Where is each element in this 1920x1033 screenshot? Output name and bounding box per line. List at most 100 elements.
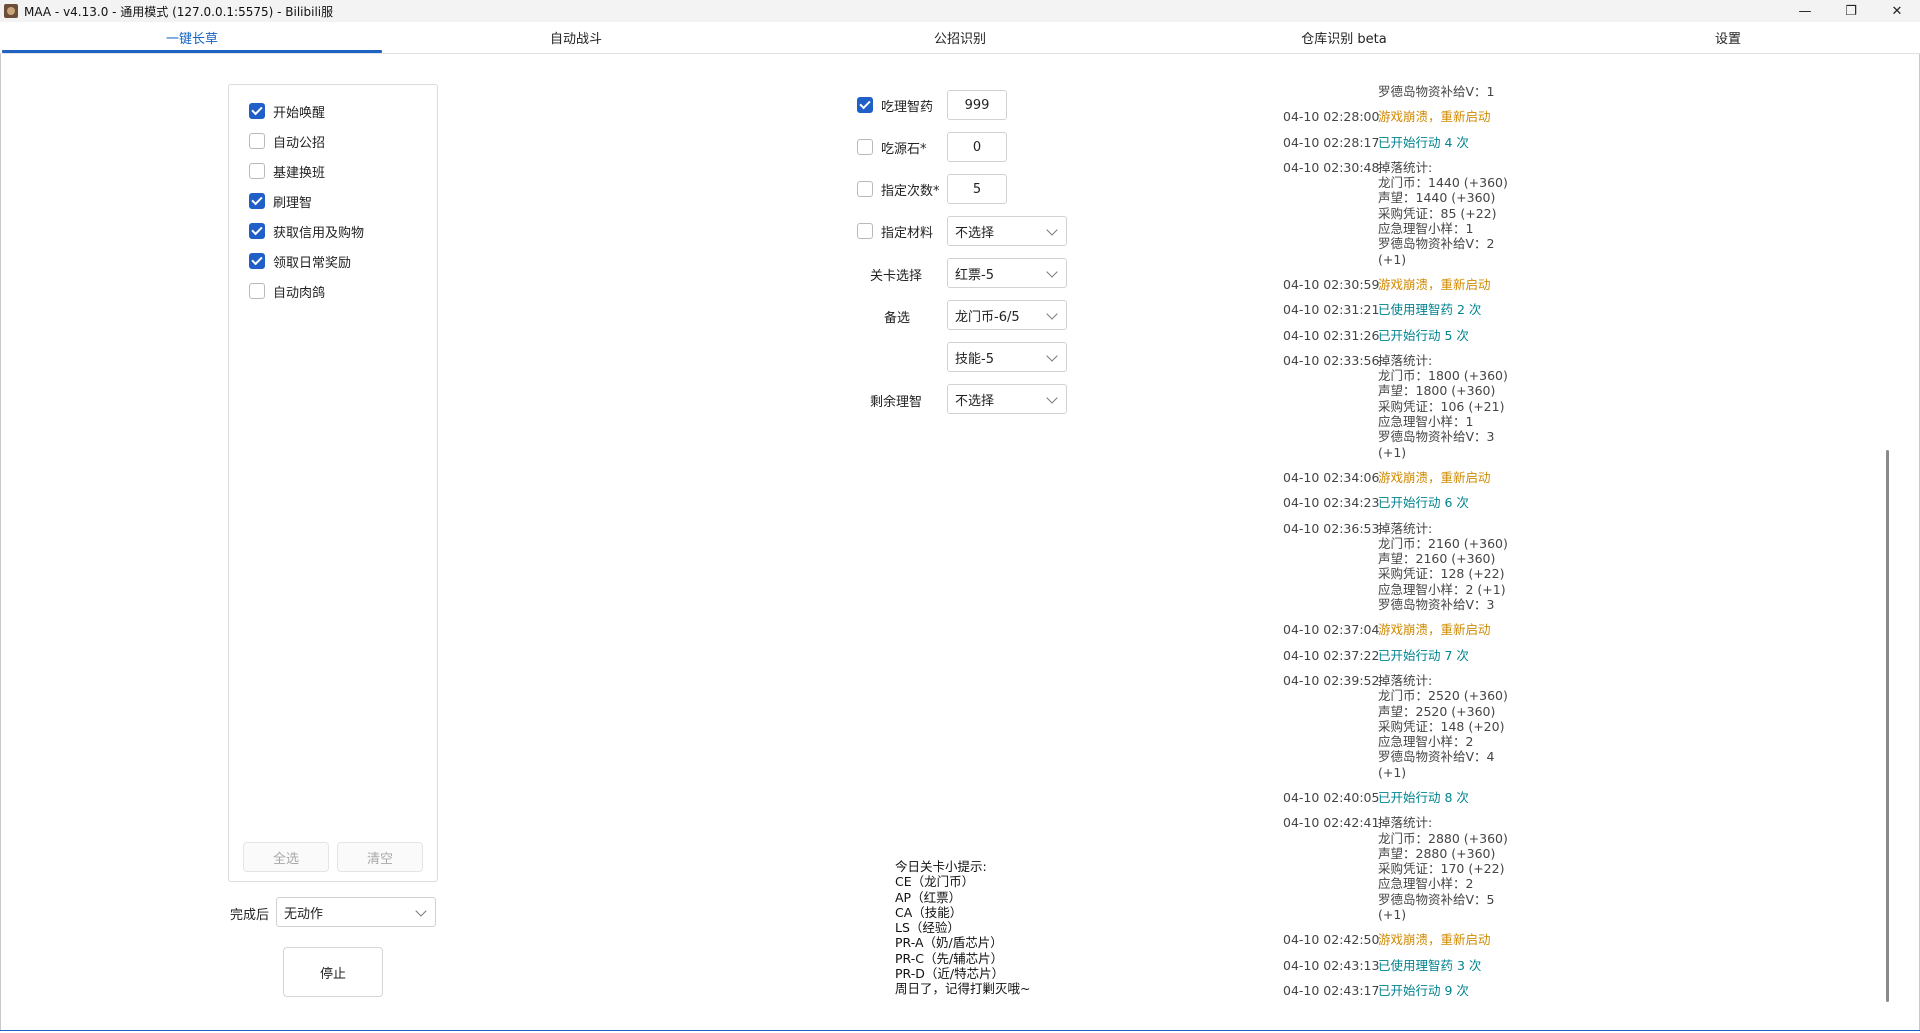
tab-depot[interactable]: 仓库识别 beta	[1152, 22, 1536, 53]
window-controls: — ❐ ✕	[1782, 0, 1920, 22]
material-option[interactable]: 指定材料	[857, 216, 933, 246]
tab-settings[interactable]: 设置	[1536, 22, 1920, 53]
log-line: 龙门币：1800 (+360)	[1378, 368, 1508, 384]
log-time: 04-10 02:42:41	[1283, 815, 1380, 831]
task-item-wakeup[interactable]: 开始唤醒	[249, 101, 325, 121]
log-line: 罗德岛物资补给V：2	[1378, 236, 1495, 252]
log-line: 游戏崩溃，重新启动	[1378, 622, 1491, 638]
task-item-recruit[interactable]: 自动公招	[249, 131, 325, 151]
log-entry: 04-10 02:34:06 游戏崩溃，重新启动	[1283, 470, 1613, 485]
checkbox[interactable]	[249, 103, 265, 119]
task-label: 获取信用及购物	[273, 225, 365, 241]
material-label: 指定材料	[881, 225, 934, 241]
checkbox[interactable]	[249, 133, 265, 149]
log-line: 声望：1800 (+360)	[1378, 383, 1496, 399]
task-item-award[interactable]: 领取日常奖励	[249, 251, 351, 271]
stage-tips: 今日关卡小提示: CE（龙门币） AP（红票） CA（技能） LS（经验） PR…	[895, 859, 1030, 997]
alternate-select-2[interactable]: 技能-5	[947, 342, 1067, 372]
log-line: 采购凭证：148 (+20)	[1378, 718, 1505, 734]
task-label: 自动肉鸽	[273, 285, 326, 301]
task-item-mall[interactable]: 获取信用及购物	[249, 221, 364, 241]
chevron-down-icon	[1046, 266, 1058, 278]
tips-line: CA（技能）	[895, 904, 963, 920]
chevron-down-icon	[1046, 224, 1058, 236]
remaining-select[interactable]: 不选择	[947, 384, 1067, 414]
stage-value: 红票-5	[955, 267, 994, 283]
log-line: 游戏崩溃，重新启动	[1378, 109, 1491, 125]
restore-icon[interactable]: ❐	[1828, 0, 1874, 22]
task-item-roguelike[interactable]: 自动肉鸽	[249, 281, 325, 301]
log-message: 游戏崩溃，重新启动	[1378, 622, 1613, 637]
log-time: 04-10 02:34:23	[1283, 495, 1380, 511]
log-message: 已开始行动 4 次	[1378, 135, 1613, 150]
task-item-infrast[interactable]: 基建换班	[249, 161, 325, 181]
tab-recruit[interactable]: 公招识别	[768, 22, 1152, 53]
log-time: 04-10 02:42:50	[1283, 932, 1380, 948]
stage-select[interactable]: 红票-5	[947, 258, 1067, 288]
tips-line: PR-A（奶/盾芯片）	[895, 935, 1003, 951]
log-line: 已开始行动 8 次	[1378, 789, 1469, 805]
stone-option[interactable]: 吃源石*	[857, 132, 927, 162]
chevron-down-icon	[415, 905, 427, 917]
checkbox[interactable]	[857, 223, 873, 239]
log-time: 04-10 02:37:04	[1283, 622, 1380, 638]
stop-button[interactable]: 停止	[283, 947, 383, 997]
close-icon[interactable]: ✕	[1874, 0, 1920, 22]
checkbox[interactable]	[249, 193, 265, 209]
checkbox[interactable]	[249, 283, 265, 299]
log-line: 龙门币：2160 (+360)	[1378, 535, 1508, 551]
log-message: 已使用理智药 3 次	[1378, 958, 1613, 973]
task-label: 刷理智	[273, 195, 313, 211]
log-scrollbar[interactable]	[1886, 450, 1889, 1002]
log-message: 已开始行动 5 次	[1378, 328, 1613, 343]
log-time: 04-10 02:31:26	[1283, 327, 1380, 343]
log-time: 04-10 02:43:13	[1283, 957, 1380, 973]
log-line: 掉落统计:	[1378, 352, 1433, 368]
clear-button[interactable]: 清空	[337, 842, 423, 872]
log-entry: 04-10 02:28:00 游戏崩溃，重新启动	[1283, 109, 1613, 124]
checkbox[interactable]	[249, 163, 265, 179]
stage-label: 关卡选择	[869, 269, 922, 284]
task-item-fight[interactable]: 刷理智	[249, 191, 312, 211]
log-message: 已开始行动 7 次	[1378, 648, 1613, 663]
log-time: 04-10 02:37:22	[1283, 647, 1380, 663]
tips-line: 今日关卡小提示:	[895, 859, 987, 874]
tab-auto-battle[interactable]: 自动战斗	[384, 22, 768, 53]
log-line: 罗德岛物资补给V：3	[1378, 429, 1495, 445]
log-entry: 04-10 02:39:52 掉落统计: 龙门币：2520 (+360) 声望：252…	[1283, 673, 1613, 780]
medicine-label: 吃理智药	[881, 99, 934, 115]
task-list-panel: 开始唤醒 自动公招 基建换班 刷理智 获取信用及购物 领取日常奖励 自动肉鸽 全…	[228, 84, 438, 882]
app-logo-icon	[4, 4, 18, 18]
tab-one-click[interactable]: 一键长草	[0, 22, 384, 53]
log-line: 已开始行动 4 次	[1378, 134, 1469, 150]
medicine-option[interactable]: 吃理智药	[857, 90, 933, 120]
after-complete-select[interactable]: 无动作	[276, 897, 436, 927]
medicine-input[interactable]: 999	[947, 90, 1007, 120]
alternate-value-2: 技能-5	[955, 351, 994, 367]
minimize-icon[interactable]: —	[1782, 0, 1828, 22]
times-input[interactable]: 5	[947, 174, 1007, 204]
log-line: 已开始行动 7 次	[1378, 647, 1469, 663]
log-line: 采购凭证：85 (+22)	[1378, 205, 1497, 221]
task-label: 开始唤醒	[273, 105, 326, 121]
window-border-bottom	[0, 1030, 1920, 1031]
log-message: 游戏崩溃，重新启动	[1378, 932, 1613, 947]
times-option[interactable]: 指定次数*	[857, 174, 940, 204]
log-entry: 04-10 02:36:53 掉落统计: 龙门币：2160 (+360) 声望：216…	[1283, 521, 1613, 613]
checkbox[interactable]	[857, 181, 873, 197]
checkbox[interactable]	[249, 253, 265, 269]
checkbox[interactable]	[857, 139, 873, 155]
stone-input[interactable]: 0	[947, 132, 1007, 162]
log-time: 04-10 02:28:00	[1283, 109, 1380, 125]
log-line: 已使用理智药 2 次	[1378, 302, 1482, 318]
checkbox[interactable]	[249, 223, 265, 239]
select-all-button[interactable]: 全选	[243, 842, 329, 872]
log-line: (+1)	[1378, 907, 1407, 923]
material-select[interactable]: 不选择	[947, 216, 1067, 246]
log-line: 声望：2880 (+360)	[1378, 845, 1496, 861]
log-entry: 04-10 02:42:41 掉落统计: 龙门币：2880 (+360) 声望：288…	[1283, 815, 1613, 922]
log-line: 龙门币：1440 (+360)	[1378, 175, 1508, 191]
log-entry: 04-10 02:28:17 已开始行动 4 次	[1283, 135, 1613, 150]
checkbox[interactable]	[857, 97, 873, 113]
alternate-select-1[interactable]: 龙门币-6/5	[947, 300, 1067, 330]
